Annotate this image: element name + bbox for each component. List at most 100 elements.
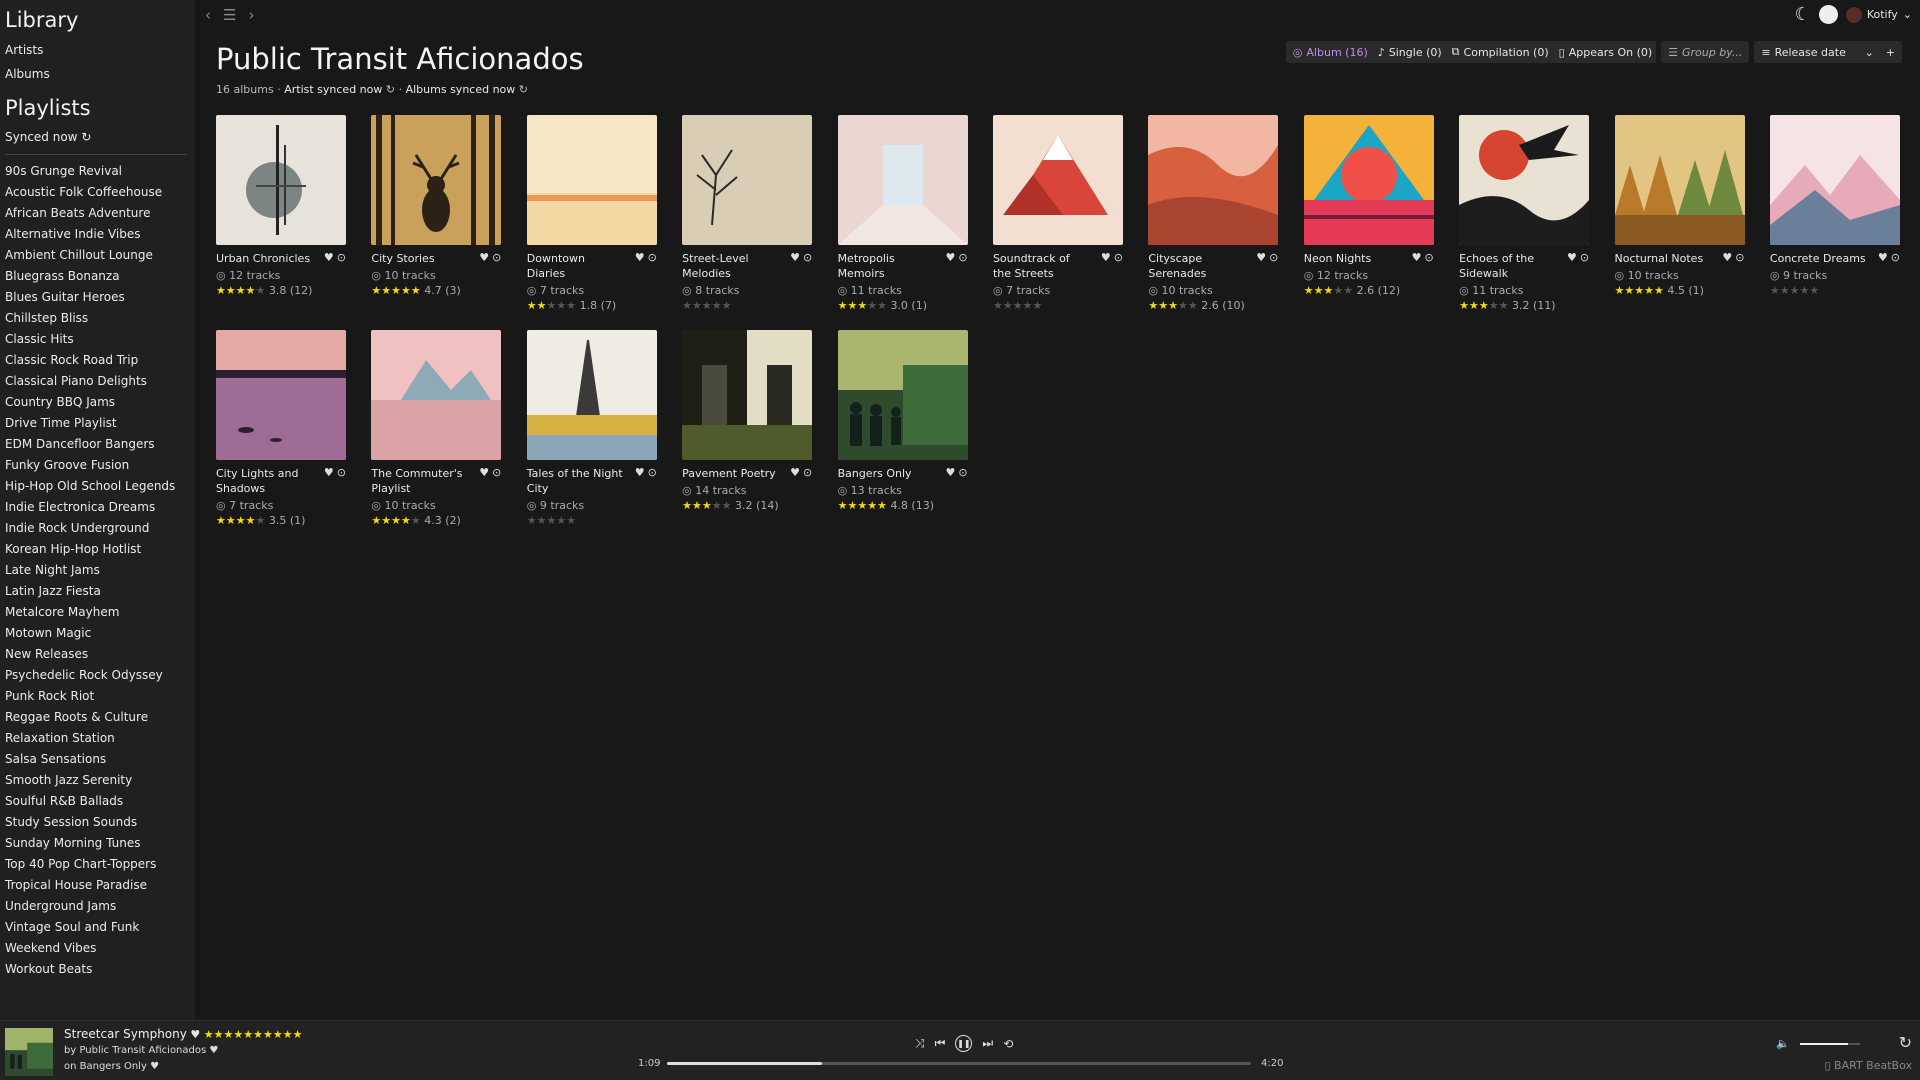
album-title[interactable]: Tales of the Night City	[527, 466, 625, 496]
sidebar-albums-link[interactable]: Albums	[0, 62, 195, 86]
album-cover[interactable]	[1303, 115, 1434, 245]
album-cover[interactable]	[682, 330, 813, 460]
album-rating[interactable]: ★★★★★	[993, 299, 1123, 312]
album-rating[interactable]: ★★★★★ 1.8 (7)	[527, 299, 657, 312]
album-cover[interactable]	[371, 330, 502, 460]
group-by-select[interactable]: ☰ Group by...	[1661, 41, 1750, 63]
play-circle-icon[interactable]: ⊙	[648, 466, 657, 496]
heart-icon[interactable]: ♥	[1722, 251, 1732, 266]
device-indicator[interactable]: ▯ BART BeatBox	[1824, 1059, 1912, 1072]
filter-album[interactable]: ◎ Album (16) ♪ Single (0) ⧉ Compilation (0)…	[1285, 41, 1657, 63]
sidebar-playlist-item[interactable]: Classic Rock Road Trip	[0, 350, 195, 371]
heart-icon[interactable]: ♥	[479, 466, 489, 496]
album-cover[interactable]	[682, 115, 813, 245]
album-title[interactable]: Neon Nights	[1304, 251, 1402, 266]
sidebar-playlist-item[interactable]: Workout Beats	[0, 959, 195, 980]
album-rating[interactable]: ★★★★★	[682, 299, 812, 312]
album-card[interactable]: Urban Chronicles ♥ ⊙ ◎ 12 tracks ★★★★★ 3.8 (…	[216, 115, 346, 312]
sidebar-playlist-item[interactable]: Indie Rock Underground	[0, 518, 195, 539]
album-cover[interactable]	[371, 115, 502, 245]
sidebar-playlist-item[interactable]: Metalcore Mayhem	[0, 602, 195, 623]
album-rating[interactable]: ★★★★★ 3.8 (12)	[216, 284, 346, 297]
sidebar-playlist-item[interactable]: Late Night Jams	[0, 560, 195, 581]
sidebar-playlist-item[interactable]: Motown Magic	[0, 623, 195, 644]
play-circle-icon[interactable]: ⊙	[1114, 251, 1123, 281]
sidebar-playlist-item[interactable]: Indie Electronica Dreams	[0, 497, 195, 518]
album-card[interactable]: Concrete Dreams ♥ ⊙ ◎ 9 tracks ★★★★★	[1769, 115, 1900, 312]
sidebar-playlist-item[interactable]: Top 40 Pop Chart-Toppers	[0, 854, 195, 875]
play-circle-icon[interactable]: ⊙	[492, 466, 501, 496]
sidebar-playlist-item[interactable]: Classic Hits	[0, 329, 195, 350]
repeat-icon[interactable]: ⟲	[1003, 1037, 1013, 1051]
heart-icon[interactable]: ♥	[479, 251, 489, 266]
playlists-sync-status[interactable]: Synced now ↻	[0, 126, 195, 148]
album-rating[interactable]: ★★★★★ 4.5 (1)	[1615, 284, 1745, 297]
album-card[interactable]: Pavement Poetry ♥ ⊙ ◎ 14 tracks ★★★★★ 3.2 (1…	[682, 330, 813, 527]
album-title[interactable]: Pavement Poetry	[682, 466, 780, 481]
sidebar-playlist-item[interactable]: Weekend Vibes	[0, 938, 195, 959]
progress-bar[interactable]	[667, 1062, 1251, 1065]
heart-icon[interactable]: ♥	[324, 251, 334, 266]
sidebar-playlist-item[interactable]: Punk Rock Riot	[0, 686, 195, 707]
sidebar-playlist-item[interactable]: Ambient Chillout Lounge	[0, 245, 195, 266]
forward-arrow-icon[interactable]: ›	[248, 6, 254, 24]
album-rating[interactable]: ★★★★★ 3.5 (1)	[216, 514, 346, 527]
play-circle-icon[interactable]: ⊙	[1269, 251, 1278, 281]
sidebar-playlist-item[interactable]: Salsa Sensations	[0, 749, 195, 770]
sidebar-playlist-item[interactable]: New Releases	[0, 644, 195, 665]
heart-icon[interactable]: ♥	[1412, 251, 1422, 266]
album-card[interactable]: Street-Level Melodies ♥ ⊙ ◎ 8 tracks ★★★★★	[682, 115, 813, 312]
album-title[interactable]: Downtown Diaries	[527, 251, 625, 281]
artist-heart-icon[interactable]: ♥	[209, 1045, 218, 1056]
sidebar-playlist-item[interactable]: Country BBQ Jams	[0, 392, 195, 413]
album-cover[interactable]	[216, 115, 346, 245]
heart-icon[interactable]: ♥	[1567, 251, 1577, 281]
play-circle-icon[interactable]: ⊙	[1735, 251, 1744, 266]
sidebar-playlist-item[interactable]: Relaxation Station	[0, 728, 195, 749]
dark-mode-moon-icon[interactable]: ☾	[1795, 4, 1811, 25]
heart-icon[interactable]: ♥	[1878, 251, 1888, 266]
sidebar-playlist-item[interactable]: Funky Groove Fusion	[0, 455, 195, 476]
sidebar-playlist-item[interactable]: Underground Jams	[0, 896, 195, 917]
album-card[interactable]: Metropolis Memoirs ♥ ⊙ ◎ 11 tracks ★★★★★ 3.0…	[837, 115, 968, 312]
back-arrow-icon[interactable]: ‹	[205, 6, 211, 24]
album-card[interactable]: City Lights and Shadows ♥ ⊙ ◎ 7 tracks ★★★★★…	[216, 330, 346, 527]
heart-icon[interactable]: ♥	[324, 466, 334, 496]
album-card[interactable]: Tales of the Night City ♥ ⊙ ◎ 9 tracks ★★★★★	[526, 330, 657, 527]
album-title[interactable]: Cityscape Serenades	[1148, 251, 1246, 281]
sidebar-playlist-item[interactable]: Alternative Indie Vibes	[0, 224, 195, 245]
album-card[interactable]: Cityscape Serenades ♥ ⊙ ◎ 10 tracks ★★★★★ 2.…	[1148, 115, 1279, 312]
heart-icon[interactable]: ♥	[1256, 251, 1266, 281]
song-rating[interactable]: ★★★★★★★★★★	[204, 1028, 303, 1041]
album-title[interactable]: City Lights and Shadows	[216, 466, 314, 496]
sidebar-playlist-item[interactable]: Drive Time Playlist	[0, 413, 195, 434]
album-rating[interactable]: ★★★★★ 2.6 (12)	[1304, 284, 1434, 297]
album-rating[interactable]: ★★★★★	[527, 514, 657, 527]
sidebar-playlist-item[interactable]: Sunday Morning Tunes	[0, 833, 195, 854]
album-rating[interactable]: ★★★★★ 3.0 (1)	[838, 299, 968, 312]
album-card[interactable]: Nocturnal Notes ♥ ⊙ ◎ 10 tracks ★★★★★ 4.5 (1…	[1614, 115, 1745, 312]
github-icon[interactable]	[1818, 5, 1838, 24]
play-circle-icon[interactable]: ⊙	[337, 466, 346, 496]
album-rating[interactable]: ★★★★★ 4.8 (13)	[838, 499, 968, 512]
heart-icon[interactable]: ♥	[635, 466, 645, 496]
album-cover[interactable]	[1459, 115, 1590, 245]
album-card[interactable]: Echoes of the Sidewalk ♥ ⊙ ◎ 11 tracks ★★★★★…	[1459, 115, 1590, 312]
sidebar-playlist-item[interactable]: Study Session Sounds	[0, 812, 195, 833]
user-menu[interactable]: Kotify ⌄	[1845, 6, 1912, 23]
history-list-icon[interactable]: ☰	[223, 6, 236, 24]
pause-button[interactable]: ❚❚	[955, 1035, 973, 1052]
now-playing-cover[interactable]	[5, 1028, 53, 1076]
now-playing-artist[interactable]: by Public Transit Aficionados	[64, 1045, 206, 1056]
sidebar-playlist-item[interactable]: Reggae Roots & Culture	[0, 707, 195, 728]
play-circle-icon[interactable]: ⊙	[492, 251, 501, 266]
album-title[interactable]: Echoes of the Sidewalk	[1459, 251, 1557, 281]
album-rating[interactable]: ★★★★★ 2.6 (10)	[1148, 299, 1278, 312]
album-card[interactable]: Bangers Only ♥ ⊙ ◎ 13 tracks ★★★★★ 4.8 (13)	[837, 330, 968, 527]
sidebar-playlist-item[interactable]: Psychedelic Rock Odyssey	[0, 665, 195, 686]
album-heart-icon[interactable]: ♥	[150, 1061, 159, 1072]
sidebar-playlist-item[interactable]: Latin Jazz Fiesta	[0, 581, 195, 602]
sidebar-playlist-item[interactable]: Chillstep Bliss	[0, 308, 195, 329]
play-circle-icon[interactable]: ⊙	[1580, 251, 1589, 281]
sidebar-playlist-item[interactable]: African Beats Adventure	[0, 203, 195, 224]
